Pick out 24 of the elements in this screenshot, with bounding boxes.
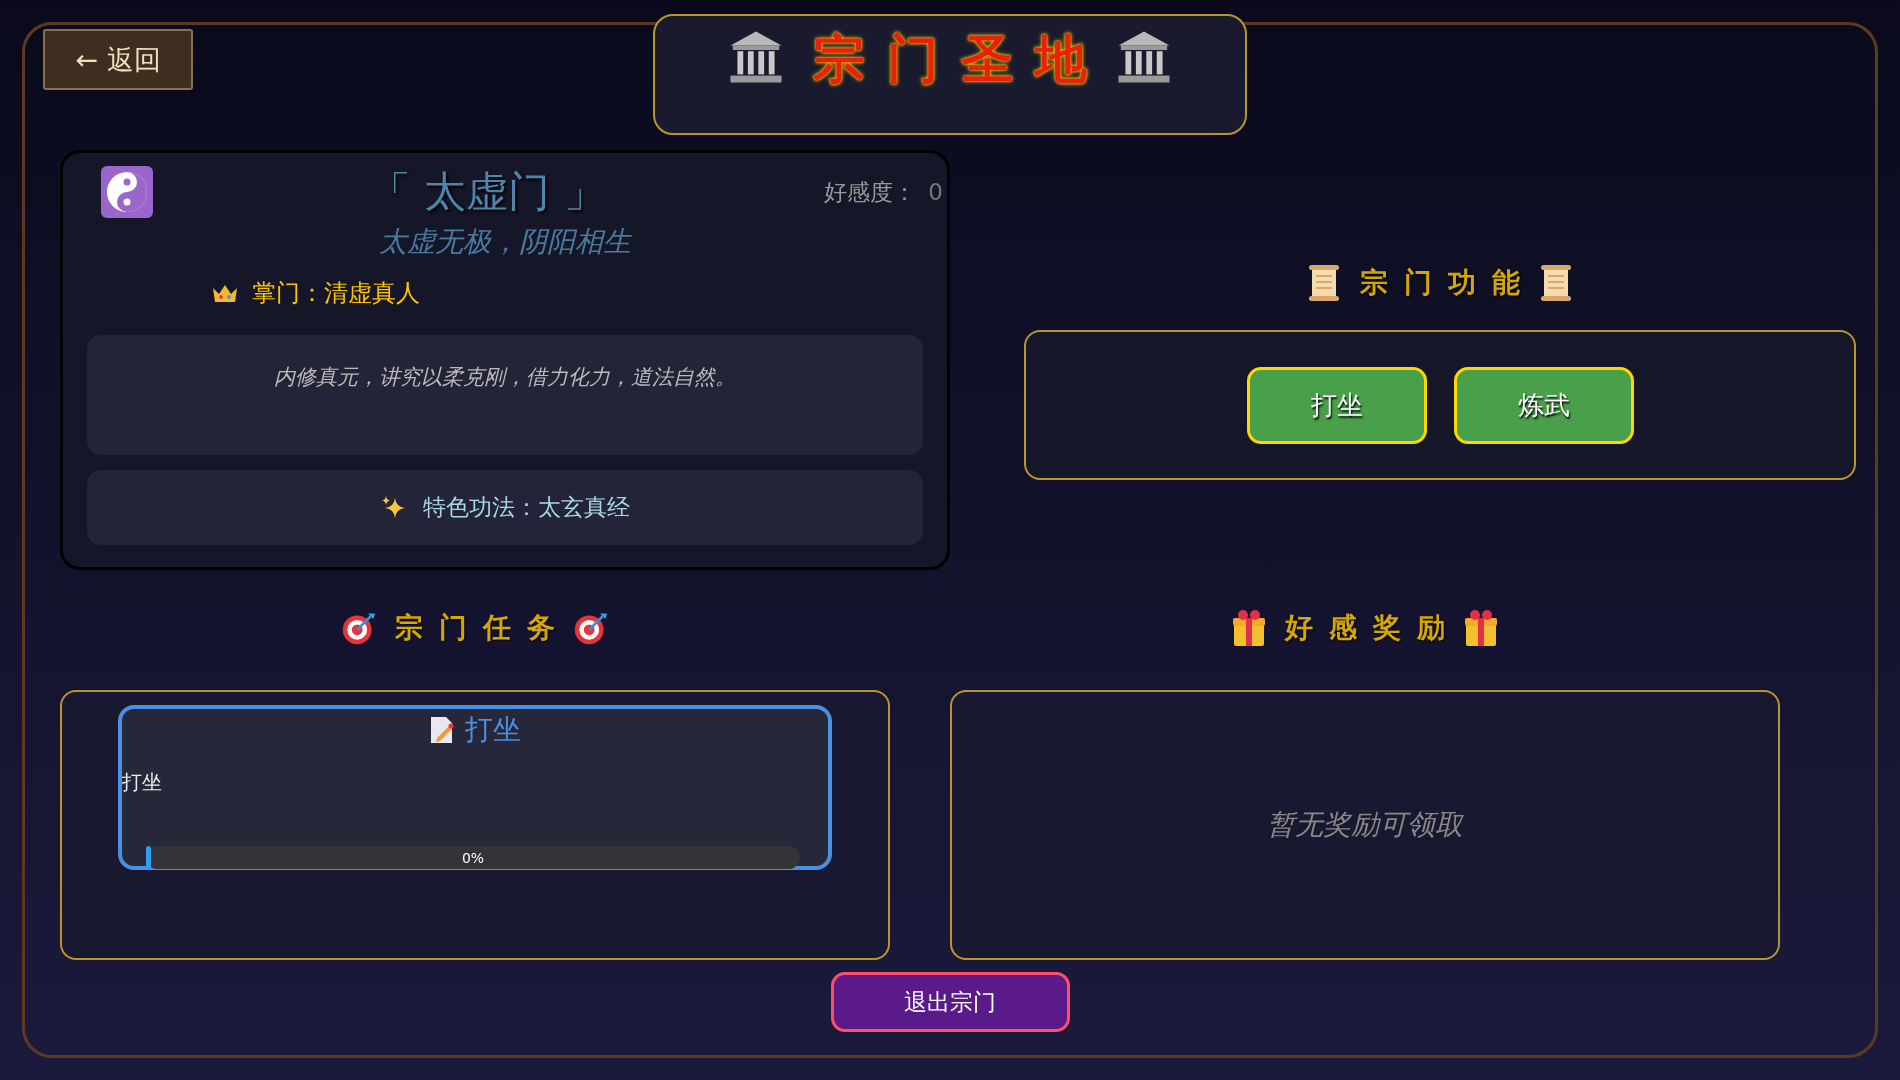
sect-leader: 掌门：清虚真人: [252, 278, 420, 309]
memo-icon: [429, 716, 455, 744]
task-description: 打坐: [122, 769, 162, 796]
favor-label: 好感度：: [824, 177, 917, 207]
scroll-icon: [1306, 263, 1342, 303]
progress-text: 0%: [461, 849, 485, 866]
section-title: 好感奖励: [1285, 610, 1461, 646]
gift-icon: [1463, 608, 1499, 648]
task-title: 打坐: [465, 712, 521, 748]
leave-sect-button[interactable]: 退出宗门: [830, 972, 1070, 1032]
empty-message: 暂无奖励可领取: [1267, 807, 1463, 843]
sect-motto: 太虚无极，阴阳相生: [378, 224, 633, 260]
back-button[interactable]: ← 返回: [43, 29, 193, 90]
sect-description: 内修真元，讲究以柔克刚，借力化力，道法自然。: [274, 364, 736, 391]
scroll-icon: [1538, 263, 1574, 303]
section-title: 宗门功能: [1360, 265, 1536, 301]
signature-technique: 特色功法：太玄真经: [422, 493, 630, 522]
yin-yang-icon: [101, 166, 153, 218]
section-title: 宗门任务: [395, 610, 571, 646]
crown-icon: [212, 283, 238, 303]
sect-name: 「 太虚门 」: [369, 166, 607, 218]
page-title: 宗门圣地: [813, 28, 1109, 90]
gift-icon: [1231, 608, 1267, 648]
favor-value: 0: [928, 179, 943, 205]
